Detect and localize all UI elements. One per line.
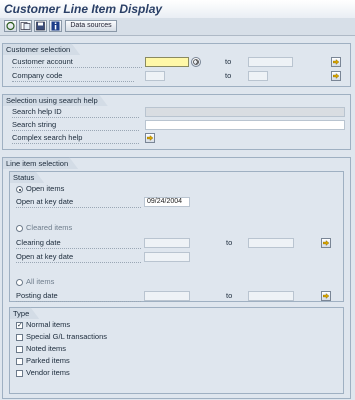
execute-button[interactable] [4, 20, 17, 32]
to-label: to [226, 238, 233, 247]
normal-items-label: Normal items [26, 320, 71, 329]
arrow-right-icon [333, 59, 339, 65]
save-variant-icon [36, 21, 45, 31]
complex-search-help-label: Complex search help [12, 133, 139, 144]
frame-title: Line item selection [2, 157, 78, 169]
parked-items-label: Parked items [26, 356, 70, 365]
search-string-label: Search string [12, 120, 139, 131]
frame-title: Type [9, 307, 39, 319]
posting-date-to-input[interactable] [248, 291, 294, 301]
posting-date-multiple-selection-button[interactable] [321, 291, 331, 301]
info-button[interactable] [49, 20, 62, 32]
status-frame: Status Open items Open at key date 09/24… [9, 171, 344, 302]
open-at-key-date-label-2: Open at key date [16, 252, 141, 263]
customer-account-multiple-selection-button[interactable] [331, 57, 341, 67]
noted-items-label: Noted items [26, 344, 67, 353]
open-at-key-date-input-2[interactable] [144, 252, 190, 262]
clearing-date-multiple-selection-button[interactable] [321, 238, 331, 248]
to-label: to [226, 291, 233, 300]
page-title: Customer Line Item Display [4, 2, 163, 16]
special-gl-transactions-label: Special G/L transactions [26, 332, 108, 341]
application-toolbar: Data sources [0, 18, 355, 36]
search-help-id-input[interactable] [145, 107, 345, 117]
selection-screen: Customer selection Customer account to C… [0, 36, 355, 400]
arrow-right-icon [323, 293, 329, 299]
open-items-radio[interactable] [16, 186, 23, 193]
arrow-right-icon [147, 135, 153, 141]
normal-items-checkbox[interactable]: ✓ [16, 322, 23, 329]
line-item-selection-frame: Line item selection Status Open items Op… [2, 157, 351, 399]
arrow-right-icon [323, 240, 329, 246]
customer-account-to-input[interactable] [248, 57, 293, 67]
vendor-items-checkbox[interactable] [16, 370, 23, 377]
cleared-items-label: Cleared items [26, 223, 73, 232]
customer-selection-frame: Customer selection Customer account to C… [2, 43, 351, 87]
noted-items-checkbox[interactable] [16, 346, 23, 353]
company-code-multiple-selection-button[interactable] [331, 71, 341, 81]
type-frame: Type ✓ Normal items Special G/L transact… [9, 307, 344, 394]
multiple-selection-button[interactable] [191, 57, 201, 67]
posting-date-from-input[interactable] [144, 291, 190, 301]
parked-items-checkbox[interactable] [16, 358, 23, 365]
all-items-label: All items [26, 277, 55, 286]
clearing-date-from-input[interactable] [144, 238, 190, 248]
customer-account-from-input[interactable] [145, 57, 189, 67]
search-help-frame: Selection using search help Search help … [2, 94, 351, 150]
open-at-key-date-label: Open at key date [16, 197, 141, 208]
open-at-key-date-input[interactable]: 09/24/2004 [144, 197, 190, 207]
frame-title: Status [9, 171, 44, 183]
open-items-label: Open items [26, 184, 65, 193]
company-code-label: Company code [12, 71, 134, 82]
customer-account-label: Customer account [12, 57, 142, 68]
save-variant-button[interactable] [34, 20, 47, 32]
info-icon [51, 21, 60, 31]
search-help-id-label: Search help ID [12, 107, 139, 118]
frame-title: Customer selection [2, 43, 80, 55]
get-variant-button[interactable] [19, 20, 32, 32]
search-string-input[interactable] [145, 120, 345, 130]
multiple-selection-icon [193, 59, 199, 65]
clearing-date-to-input[interactable] [248, 238, 294, 248]
title-bar: Customer Line Item Display [0, 0, 355, 19]
posting-date-label: Posting date [16, 291, 141, 302]
special-gl-transactions-checkbox[interactable] [16, 334, 23, 341]
to-label: to [225, 57, 232, 66]
company-code-from-input[interactable] [145, 71, 165, 81]
all-items-radio[interactable] [16, 279, 23, 286]
company-code-to-input[interactable] [248, 71, 268, 81]
execute-icon [6, 21, 15, 31]
get-variant-icon [20, 22, 31, 30]
data-sources-button[interactable]: Data sources [65, 20, 117, 32]
clearing-date-label: Clearing date [16, 238, 141, 249]
frame-title: Selection using search help [2, 94, 108, 106]
cleared-items-radio[interactable] [16, 225, 23, 232]
to-label: to [225, 71, 232, 80]
vendor-items-label: Vendor items [26, 368, 70, 377]
complex-search-help-button[interactable] [145, 133, 155, 143]
arrow-right-icon [333, 73, 339, 79]
